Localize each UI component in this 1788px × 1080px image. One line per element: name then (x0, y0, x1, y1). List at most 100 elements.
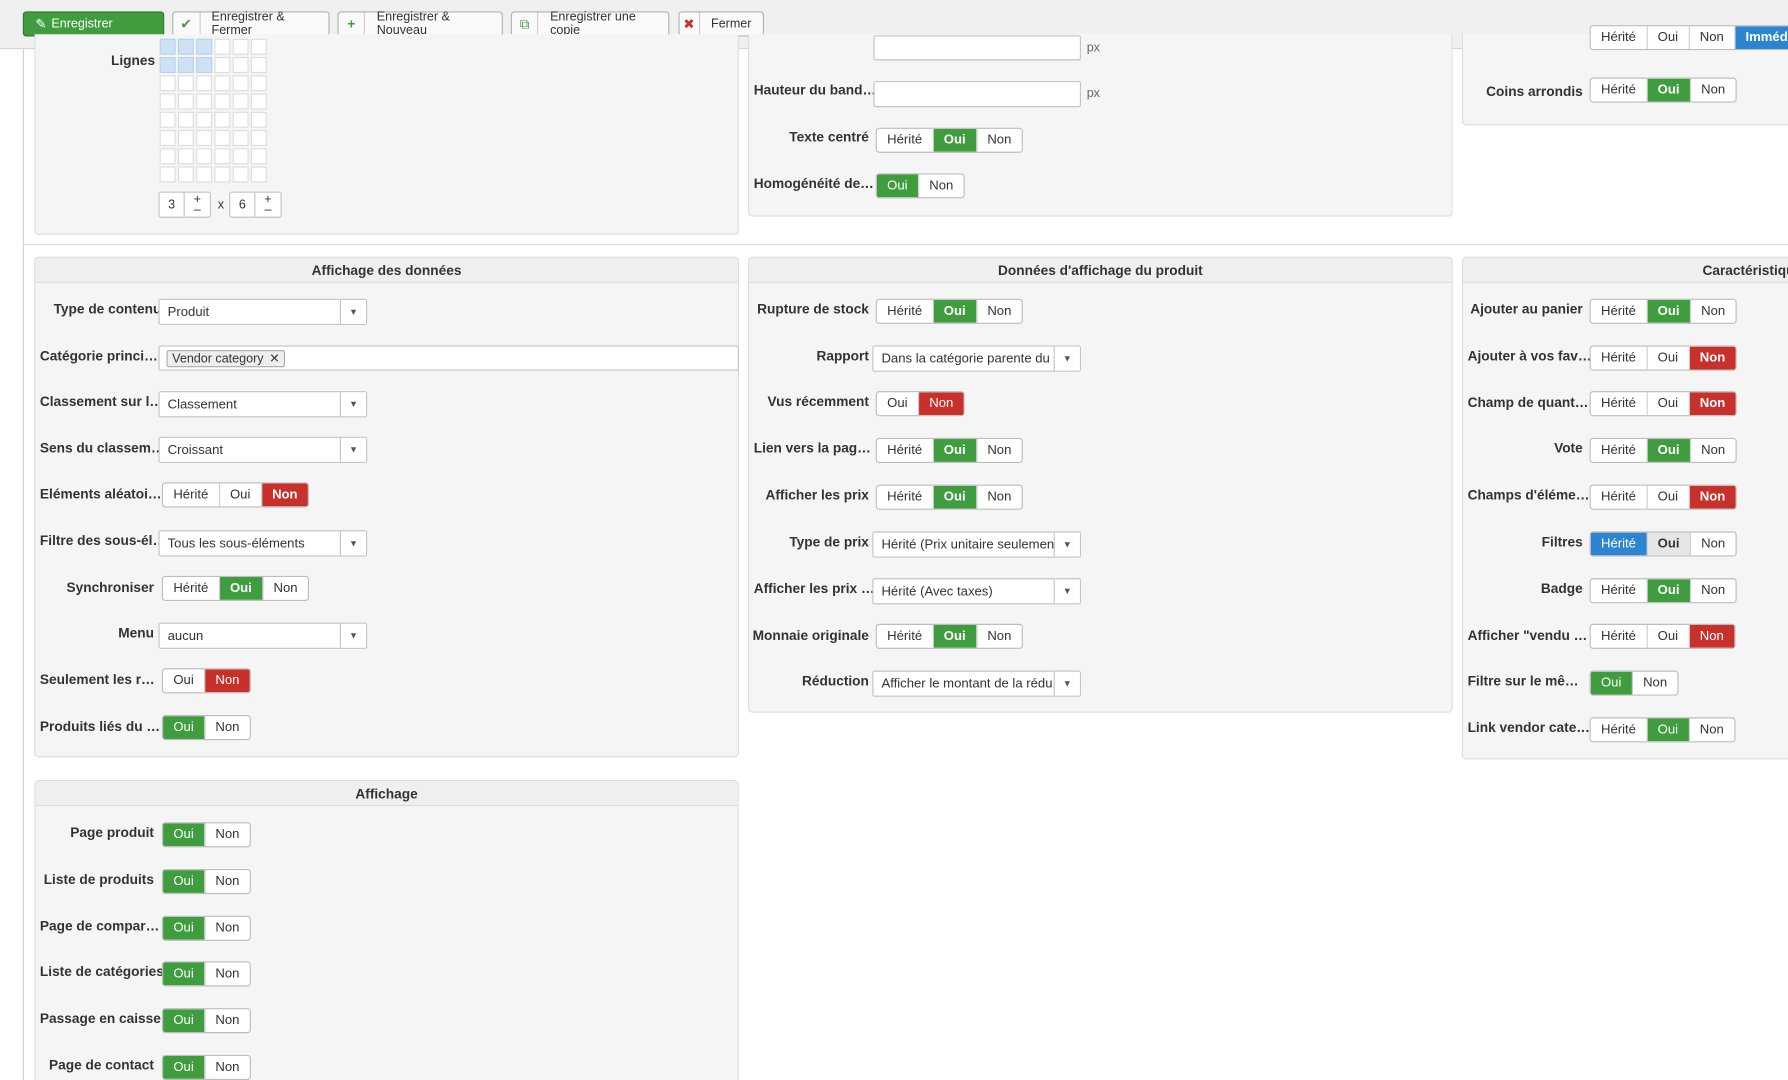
center-toggle[interactable]: Hérité Oui Non (875, 127, 1023, 153)
link-label: Lien vers la pag… (753, 440, 871, 457)
affichage-row-toggle[interactable]: Oui Non (161, 915, 251, 941)
save-new-button[interactable]: + Enregistrer & Nouveau (337, 10, 503, 38)
chevron-down-icon: ▼ (339, 623, 367, 648)
prices-toggle[interactable]: Hérité Oui Non (875, 484, 1023, 510)
sold-label: Afficher "vendu … (1467, 627, 1588, 644)
chevron-down-icon: ▼ (1053, 532, 1080, 557)
stock-toggle[interactable]: Hérité Oui Non (875, 298, 1023, 324)
features-title: Caractéristiques (1463, 257, 1788, 283)
discount-select[interactable]: Afficher le montant de la rédu… ▼ (872, 670, 1082, 697)
width-input[interactable] (873, 35, 1082, 61)
price-type-label: Type de prix (789, 533, 869, 550)
qty-label: Champ de quant… (1467, 394, 1589, 411)
height-input[interactable] (873, 80, 1082, 108)
fields-toggle[interactable]: Hérité Oui Non (1589, 484, 1737, 510)
chevron-down-icon: ▼ (1053, 579, 1080, 604)
cart-toggle[interactable]: Hérité Oui Non (1589, 298, 1737, 324)
partial-toggle[interactable]: HéritéOuiNonImmédia (1589, 25, 1788, 51)
cart-label: Ajouter au panier (1470, 301, 1583, 318)
chevron-down-icon: ▼ (339, 392, 367, 417)
height-label: Hauteur du band… (753, 82, 877, 99)
height-unit: px (1086, 86, 1100, 101)
fields-label: Champs d'éléme… (1467, 486, 1590, 503)
features-panel: Caractéristiques Ajouter au panier Hérit… (1461, 256, 1788, 760)
chevron-down-icon: ▼ (1053, 346, 1080, 371)
order-select[interactable]: Classement ▼ (158, 391, 368, 418)
chevron-down-icon: ▼ (339, 299, 367, 324)
check-icon: ✔ (173, 12, 201, 36)
filters-toggle[interactable]: Hérité Oui Non (1589, 531, 1737, 557)
plus-icon: + (339, 12, 366, 36)
affichage-row-toggle[interactable]: Oui Non (161, 1054, 251, 1080)
chevron-down-icon: ▼ (339, 437, 367, 462)
badge-label: Badge (1540, 580, 1583, 597)
save-close-button[interactable]: ✔ Enregistrer & Fermer (172, 10, 330, 38)
fav-toggle[interactable]: Hérité Oui Non (1589, 345, 1737, 371)
affichage-row-toggle[interactable]: Oui Non (161, 1008, 251, 1034)
random-toggle[interactable]: Hérité Oui Non (161, 482, 309, 508)
edit-icon: ✎ (35, 15, 47, 32)
affichage-row-toggle[interactable]: Oui Non (161, 822, 251, 848)
prices-tax-select[interactable]: Hérité (Avec taxes) ▼ (872, 578, 1082, 605)
sync-toggle[interactable]: Hérité Oui Non (161, 575, 309, 601)
homog-label: Homogénéité de… (753, 175, 874, 192)
same-filter-toggle[interactable]: Oui Non (1589, 670, 1679, 696)
close-button[interactable]: ✖ Fermer (678, 11, 765, 37)
same-filter-label: Filtre sur le mê… (1467, 672, 1579, 689)
sold-toggle[interactable]: Hérité Oui Non (1589, 623, 1736, 649)
report-label: Rapport (816, 347, 869, 364)
link-toggle[interactable]: Hérité Oui Non (875, 437, 1023, 464)
display-data-panel: Affichage des données Type de contenu Pr… (34, 256, 739, 758)
filter-label: Filtre des sous-él… (39, 532, 167, 549)
rounded-label: Coins arrondis (1486, 83, 1583, 100)
qty-toggle[interactable]: Hérité Oui Non (1589, 391, 1737, 417)
grid-panel: Lignes 3 + – x 6 + – (34, 34, 739, 235)
affichage-row-label: Passage en caisse (39, 1010, 161, 1027)
rounded-toggle[interactable]: Hérité Oui Non (1589, 77, 1737, 103)
vendor-link-toggle[interactable]: Hérité Oui Non (1589, 717, 1736, 743)
center-label: Texte centré (789, 128, 869, 145)
cols-minus[interactable]: – (194, 203, 201, 216)
vote-toggle[interactable]: Hérité Oui Non (1589, 437, 1737, 464)
product-display-panel: Données d'affichage du produit Rupture d… (748, 256, 1453, 713)
price-type-select[interactable]: Hérité (Prix unitaire seulement) ▼ (872, 531, 1082, 558)
display-data-title: Affichage des données (35, 257, 738, 283)
currency-toggle[interactable]: Hérité Oui Non (875, 623, 1023, 649)
menu-select[interactable]: aucun ▼ (158, 622, 368, 649)
homog-toggle[interactable]: Oui Non (875, 173, 965, 199)
linked-toggle[interactable]: Oui Non (161, 715, 251, 741)
report-select[interactable]: Dans la catégorie parente du … ▼ (872, 345, 1082, 372)
save-button[interactable]: ✎ Enregistrer (22, 11, 165, 37)
currency-label: Monnaie originale (752, 627, 869, 644)
affichage-row-toggle[interactable]: Oui Non (161, 868, 251, 895)
save-copy-button[interactable]: ⧉ Enregistrer une copie (510, 10, 670, 38)
separator (22, 244, 1788, 246)
main-cat-input[interactable]: Vendor category ✕ (158, 345, 739, 371)
affichage-row-label: Page de contact (48, 1057, 154, 1074)
content-type-label: Type de contenu (53, 301, 162, 318)
badge-toggle[interactable]: Hérité Oui Non (1589, 578, 1737, 604)
menu-label: Menu (118, 624, 154, 641)
vendor-link-label: Link vendor cate… (1467, 719, 1591, 736)
sort-label: Sens du classem… (39, 440, 165, 457)
rows-minus[interactable]: – (264, 203, 271, 216)
columns-stepper[interactable]: 3 + – (158, 191, 211, 218)
close-icon: ✖ (680, 12, 700, 36)
rows-stepper[interactable]: 6 + – (229, 191, 282, 218)
stock-label: Rupture de stock (757, 301, 869, 318)
layout-grid[interactable] (159, 38, 267, 183)
sort-select[interactable]: Croissant ▼ (158, 436, 368, 464)
category-tag: Vendor category ✕ (166, 350, 286, 368)
only-toggle[interactable]: Oui Non (161, 668, 251, 694)
filter-select[interactable]: Tous les sous-éléments ▼ (158, 530, 368, 557)
affichage-panel: Affichage Page produit Oui Non Liste de pro… (34, 780, 739, 1080)
banner-panel: px Hauteur du band… px Texte centré Héri… (748, 34, 1453, 217)
affichage-title: Affichage (35, 781, 738, 807)
recent-toggle[interactable]: Oui Non (875, 391, 965, 417)
remove-tag-icon[interactable]: ✕ (269, 351, 280, 366)
width-unit: px (1086, 41, 1100, 55)
content-type-select[interactable]: Produit ▼ (158, 298, 368, 326)
affichage-row-label: Page produit (70, 824, 154, 841)
affichage-row-toggle[interactable]: Oui Non (161, 961, 251, 987)
prices-label: Afficher les prix (765, 486, 869, 503)
